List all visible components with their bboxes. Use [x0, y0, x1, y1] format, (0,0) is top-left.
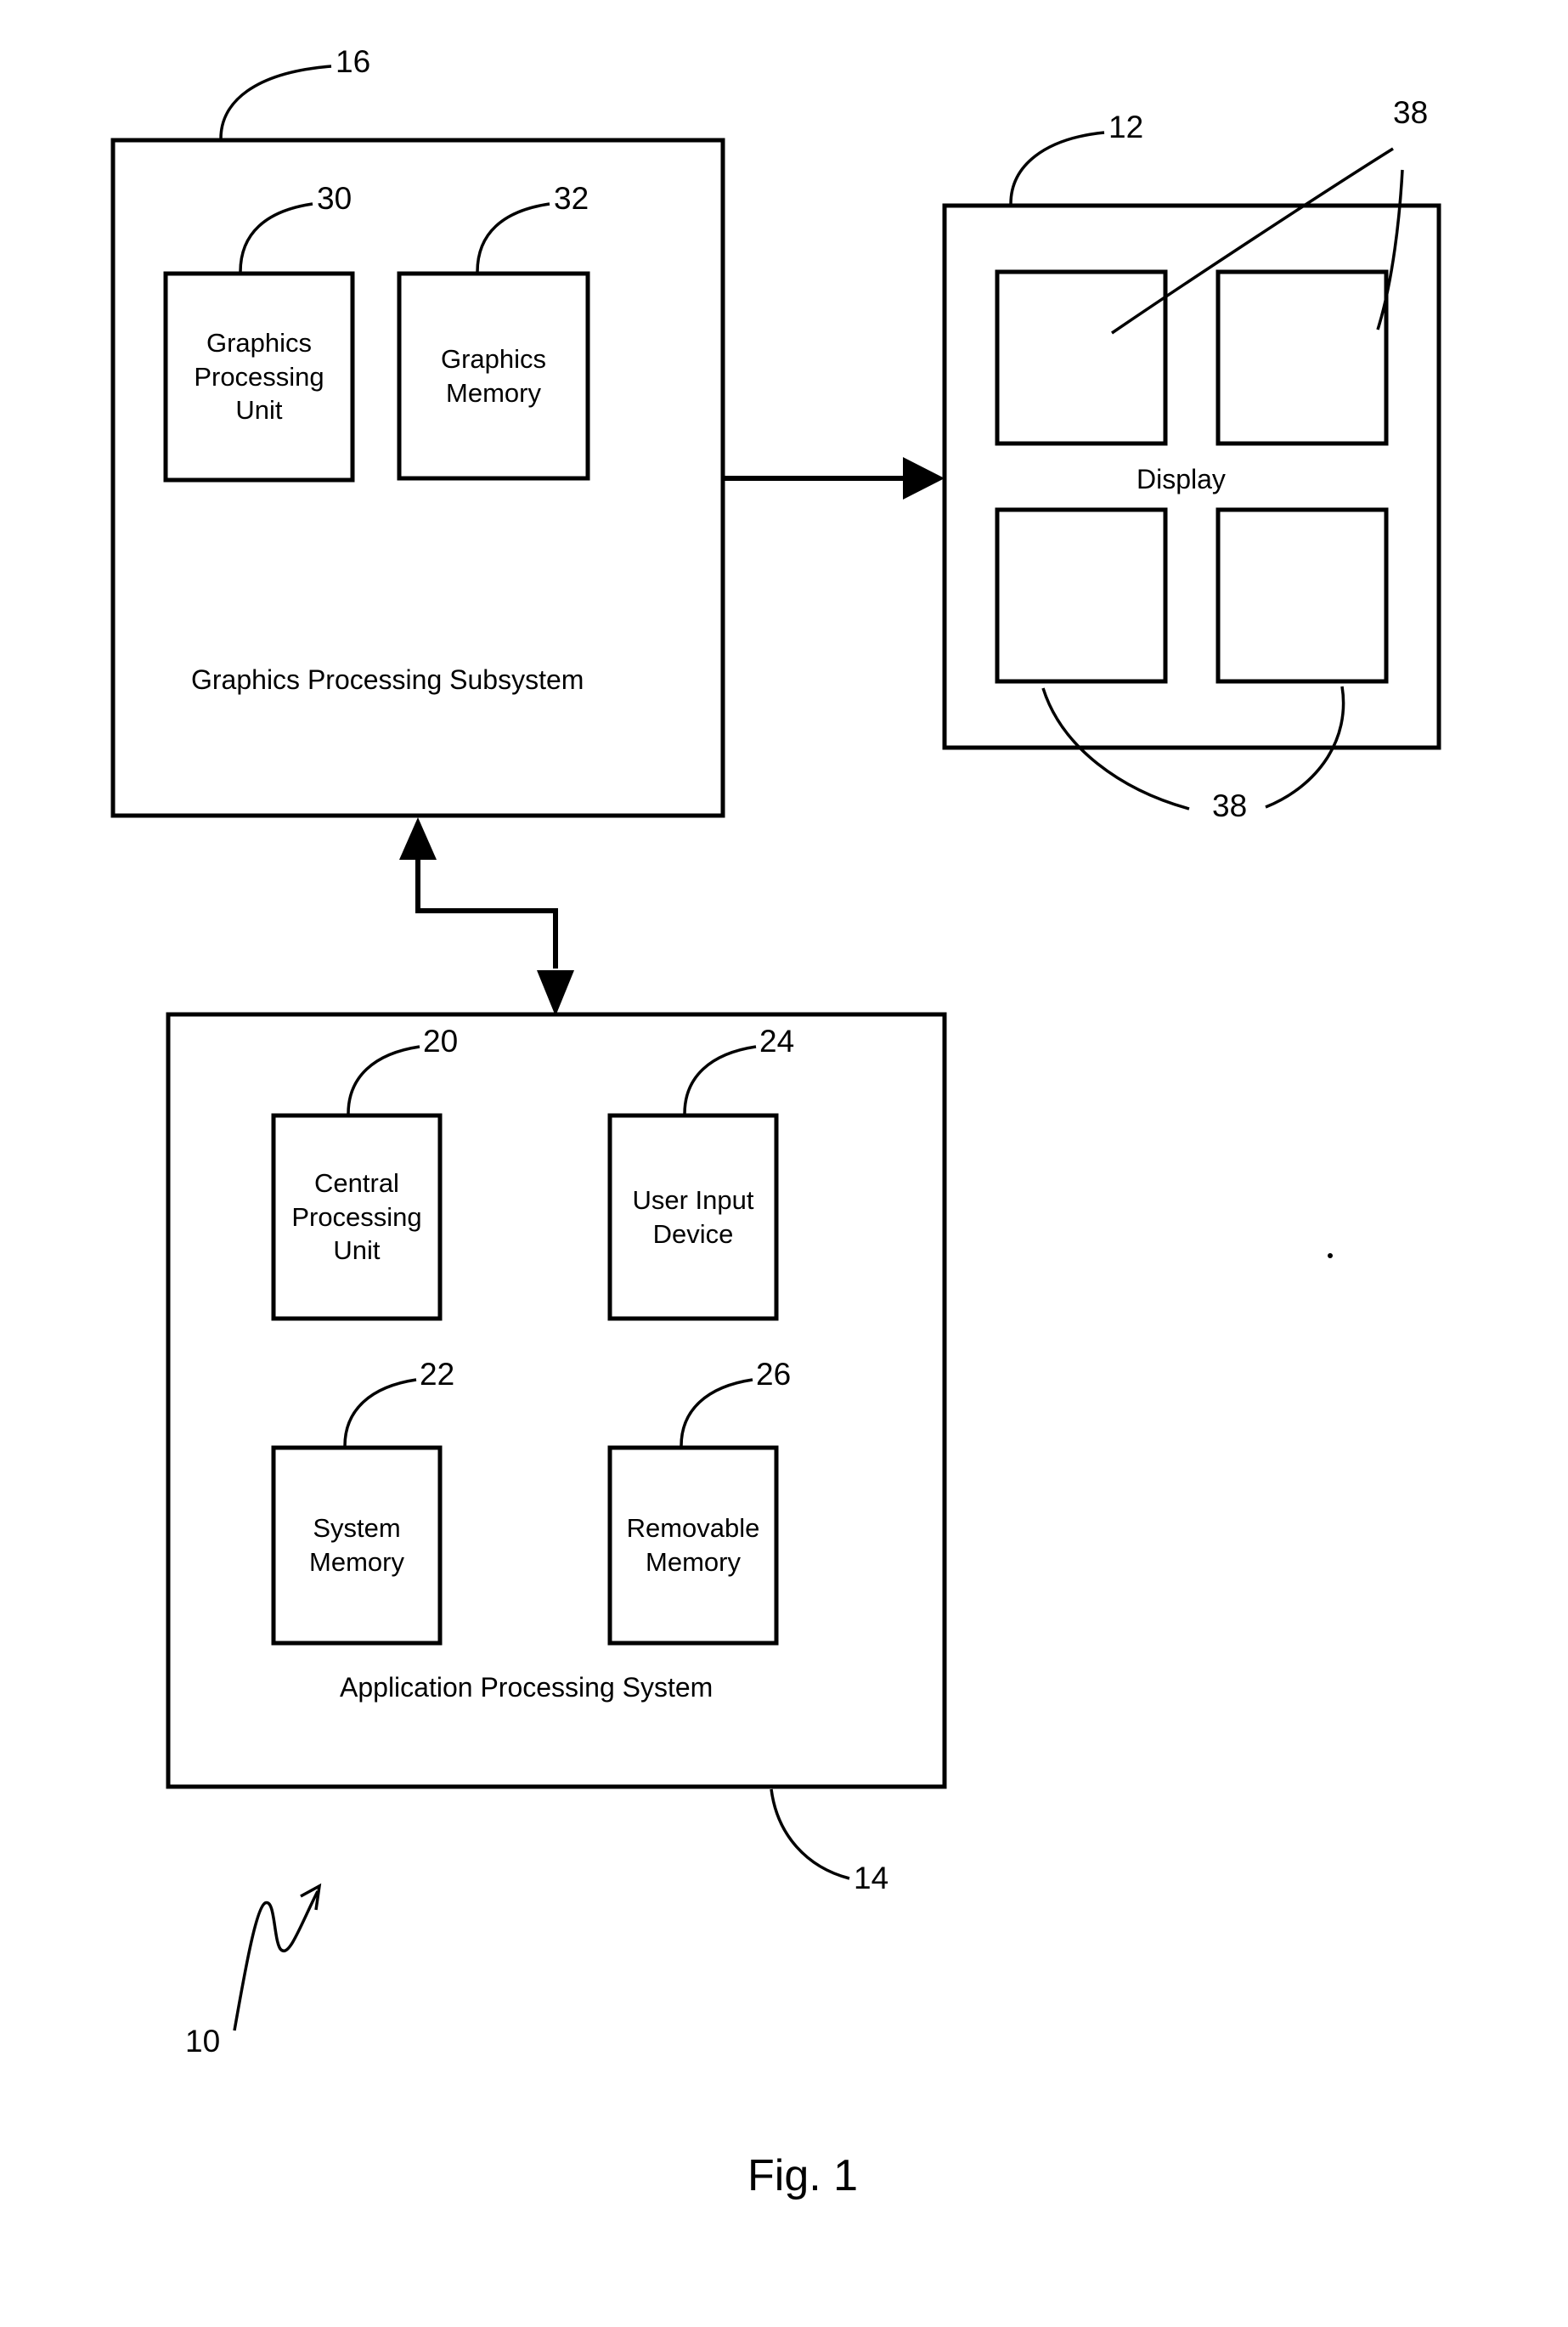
ref-num-12: 12	[1108, 110, 1144, 144]
graphics-memory-box	[397, 271, 590, 481]
leader-line-26	[680, 1378, 753, 1447]
ref-num-20: 20	[423, 1024, 459, 1059]
ref-num-26: 26	[756, 1357, 792, 1392]
ref-num-30: 30	[317, 181, 353, 216]
leader-line-24	[683, 1045, 757, 1115]
leader-line-16	[219, 65, 332, 139]
ref-num-22: 22	[420, 1357, 455, 1392]
display-region-top-left	[995, 269, 1168, 446]
leader-line-32	[476, 202, 550, 273]
display-region-bottom-left	[995, 507, 1168, 684]
scan-speck	[1328, 1253, 1333, 1258]
ref-num-10: 10	[185, 2024, 221, 2059]
user-input-device-box	[607, 1113, 779, 1321]
ref-num-14: 14	[854, 1861, 889, 1895]
figure-line-art	[110, 65, 1441, 2031]
display-caption: Display	[1137, 464, 1226, 494]
application-system-caption: Application Processing System	[340, 1672, 713, 1703]
leader-line-38-top-right	[1376, 169, 1404, 330]
leader-line-22	[343, 1378, 417, 1447]
ref-num-38-bottom: 38	[1212, 788, 1248, 823]
arrow-down-to-application-head	[537, 970, 574, 1016]
leader-line-38-top-left	[1111, 147, 1394, 335]
system-memory-box	[271, 1445, 443, 1646]
graphics-subsystem-caption: Graphics Processing Subsystem	[191, 664, 584, 695]
graphics-processing-unit-box	[163, 271, 355, 483]
removable-memory-box	[607, 1445, 779, 1646]
leader-line-14	[770, 1788, 850, 1880]
display-region-bottom-right	[1215, 507, 1389, 684]
figure-caption: Fig. 1	[747, 2151, 859, 2200]
patent-figure: 16 30 32 12 38 38 20 24 22 26 14 10 Grap…	[0, 0, 1568, 2327]
ref-num-32: 32	[554, 181, 589, 216]
ref-num-16: 16	[336, 44, 371, 79]
application-system-box	[166, 1012, 947, 1789]
leader-line-12	[1009, 131, 1105, 205]
leader-line-30	[239, 202, 313, 273]
ref-num-24: 24	[759, 1024, 795, 1059]
leader-line-10-squiggle	[233, 1890, 319, 2031]
display-region-top-right	[1215, 269, 1389, 446]
arrow-graphics-to-display-head	[903, 457, 945, 500]
central-processing-unit-box	[271, 1113, 443, 1321]
ref-num-38-top: 38	[1393, 95, 1429, 130]
leader-line-20	[347, 1045, 420, 1115]
arrow-up-to-graphics-head	[399, 817, 437, 860]
